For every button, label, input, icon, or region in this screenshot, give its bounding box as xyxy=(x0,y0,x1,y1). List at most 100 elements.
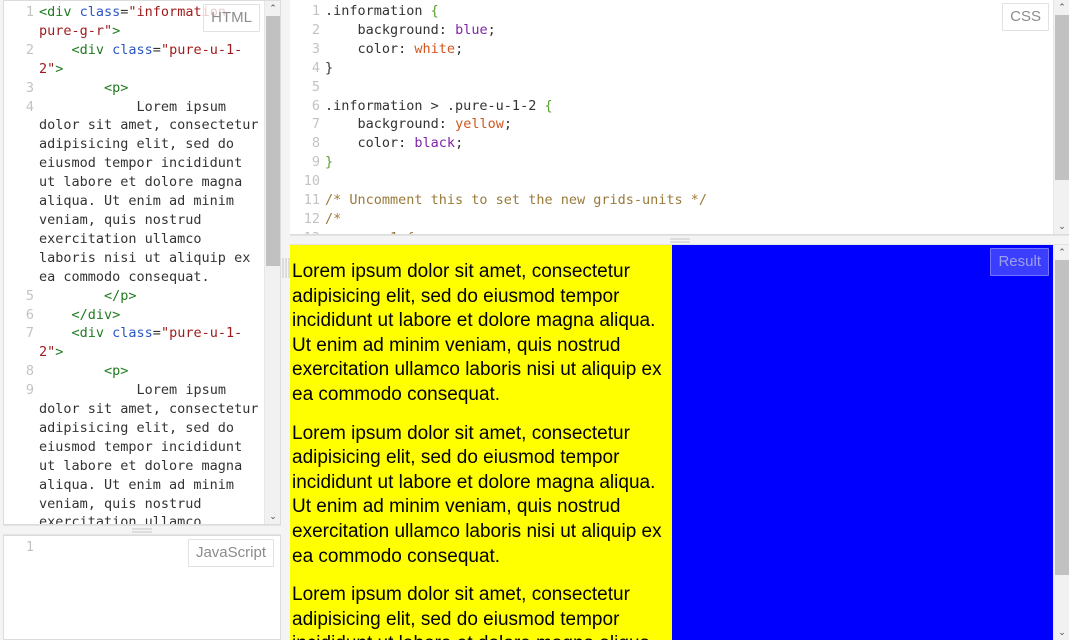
html-js-splitter[interactable] xyxy=(3,525,281,535)
html-scroll-down-arrow[interactable]: ⌄ xyxy=(265,509,280,524)
result-scroll-up-arrow[interactable]: ⌃ xyxy=(1054,245,1069,260)
css-token: } xyxy=(325,59,334,76)
css-line: 7 background: yellow; xyxy=(290,115,1053,134)
left-right-splitter[interactable] xyxy=(281,0,290,535)
css-token: black xyxy=(414,135,456,152)
html-token: = xyxy=(152,41,161,58)
css-line-number: 12 xyxy=(303,210,320,227)
html-line-text: Lorem ipsum dolor sit amet, consectetur … xyxy=(34,381,264,524)
css-line-number: 1 xyxy=(311,3,320,19)
css-line-text: .information > .pure-u-1-2 { xyxy=(320,97,1053,116)
html-token xyxy=(39,363,104,379)
html-token xyxy=(39,307,72,323)
html-line-text: </p> xyxy=(34,287,264,306)
html-line: 4 Lorem ipsum dolor sit amet, consectetu… xyxy=(4,98,264,287)
html-line-number: 2 xyxy=(25,41,34,58)
html-line: 9 Lorem ipsum dolor sit amet, consectetu… xyxy=(4,381,264,524)
result-preview-scrollbar[interactable]: ⌃ ⌄ xyxy=(1053,245,1069,640)
result-scroll-down-arrow[interactable]: ⌄ xyxy=(1054,625,1069,640)
html-token: </div> xyxy=(71,306,121,323)
javascript-line-number: 1 xyxy=(25,539,34,555)
css-line: 8 color: black; xyxy=(290,134,1053,153)
html-editor-scrollbar[interactable]: ⌃ ⌄ xyxy=(264,1,280,524)
html-token: <p> xyxy=(104,363,129,380)
html-line-text: <div class="pure-u-1-2"> xyxy=(34,41,264,79)
html-scroll-up-arrow[interactable]: ⌃ xyxy=(265,1,280,16)
css-line-number: 9 xyxy=(311,154,320,171)
result-preview-pane[interactable]: Lorem ipsum dolor sit amet, consectetur … xyxy=(290,245,1069,640)
css-line-text: background: yellow; xyxy=(320,115,1053,134)
html-token: class xyxy=(112,41,153,58)
javascript-editor-pane[interactable]: 1 JavaScript xyxy=(3,535,281,640)
css-editor-scrollbar[interactable]: ⌃ ⌄ xyxy=(1053,0,1069,234)
html-token: > xyxy=(112,22,121,39)
html-js-splitter-grip xyxy=(132,527,152,534)
result-preview-viewport: Lorem ipsum dolor sit amet, consectetur … xyxy=(290,245,1053,640)
css-result-splitter[interactable] xyxy=(290,235,1069,245)
css-line-number: 2 xyxy=(311,21,320,38)
html-line-number: 6 xyxy=(25,306,34,323)
html-line-text: Lorem ipsum dolor sit amet, consectetur … xyxy=(34,98,264,287)
html-token xyxy=(39,80,104,96)
css-line-number: 5 xyxy=(311,78,320,95)
css-line-text: color: white; xyxy=(320,40,1053,59)
css-token: /* Uncomment this to set the new grids-u… xyxy=(325,192,708,209)
html-scrollbar-thumb[interactable] xyxy=(266,16,280,266)
css-line-text: color: black; xyxy=(320,134,1053,153)
css-line: 12 /* xyxy=(290,210,1053,229)
html-line-number: 8 xyxy=(25,363,34,380)
css-token: ; xyxy=(487,21,496,38)
css-line-number: 6 xyxy=(311,97,320,114)
html-token: <p> xyxy=(104,79,129,96)
css-token: white xyxy=(414,40,456,57)
css-token: } xyxy=(325,154,334,171)
html-token: <div xyxy=(71,325,113,342)
css-token: blue xyxy=(455,21,488,38)
css-line: 13 .pure-u-1 { xyxy=(290,229,1053,234)
html-code-area[interactable]: 1 <div class="information pure-g-r"> 2 <di… xyxy=(4,1,264,524)
result-paragraph: Lorem ipsum dolor sit amet, consectetur … xyxy=(292,584,655,640)
css-scroll-up-arrow[interactable]: ⌃ xyxy=(1054,0,1069,15)
pure-u-1-2-left-column: Lorem ipsum dolor sit amet, consectetur … xyxy=(290,245,672,640)
css-line-number: 7 xyxy=(311,116,320,133)
css-line-number: 8 xyxy=(311,135,320,152)
html-editor-pane[interactable]: 1 <div class="information pure-g-r"> 2 <di… xyxy=(3,0,281,525)
css-code-area[interactable]: 1 .information {2 background: blue; 3 colo… xyxy=(290,0,1053,234)
css-token: ; xyxy=(503,116,512,133)
javascript-language-badge: JavaScript xyxy=(187,539,274,567)
css-result-splitter-grip xyxy=(669,237,690,244)
css-token: { xyxy=(430,3,439,19)
html-line-number: 4 xyxy=(25,98,34,115)
css-line-text: } xyxy=(320,153,1053,172)
html-token: > xyxy=(55,344,64,361)
html-line-text: <div class="pure-u-1-2"> xyxy=(34,324,264,362)
left-right-splitter-grip xyxy=(282,257,289,278)
css-line: 9} xyxy=(290,153,1053,172)
html-line: 7 <div class="pure-u-1-2"> xyxy=(4,324,264,362)
html-line-text: <p> xyxy=(34,362,264,381)
html-line: 3 <p> xyxy=(4,79,264,98)
css-token: background: xyxy=(325,116,456,133)
css-token: ; xyxy=(455,135,464,152)
css-token: /* xyxy=(325,210,342,227)
html-token: <div xyxy=(39,4,80,20)
css-line: 5 xyxy=(290,78,1053,97)
result-scrollbar-thumb[interactable] xyxy=(1055,260,1069,575)
html-token: > xyxy=(55,60,64,77)
css-line-text: .pure-u-1 { xyxy=(320,229,1053,234)
css-scroll-down-arrow[interactable]: ⌄ xyxy=(1054,219,1069,234)
html-token xyxy=(39,42,72,58)
css-line-text: /* Uncomment this to set the new grids-u… xyxy=(320,191,1053,210)
css-line: 10 xyxy=(290,172,1053,191)
css-token: yellow xyxy=(455,116,504,133)
css-line-number: 13 xyxy=(290,229,320,234)
css-token: .information xyxy=(325,3,431,19)
css-line: 11 /* Uncomment this to set the new grids… xyxy=(290,191,1053,210)
css-line: 3 color: white; xyxy=(290,40,1053,59)
html-line-text: <p> xyxy=(34,79,264,98)
code-playground-app: 1 <div class="information pure-g-r"> 2 <di… xyxy=(0,0,1069,640)
result-paragraph: Lorem ipsum dolor sit amet, consectetur … xyxy=(292,422,662,567)
css-scrollbar-thumb[interactable] xyxy=(1055,15,1069,180)
html-line: 5 </p> xyxy=(4,287,264,306)
css-editor-pane[interactable]: 1 .information {2 background: blue; 3 colo… xyxy=(290,0,1069,235)
